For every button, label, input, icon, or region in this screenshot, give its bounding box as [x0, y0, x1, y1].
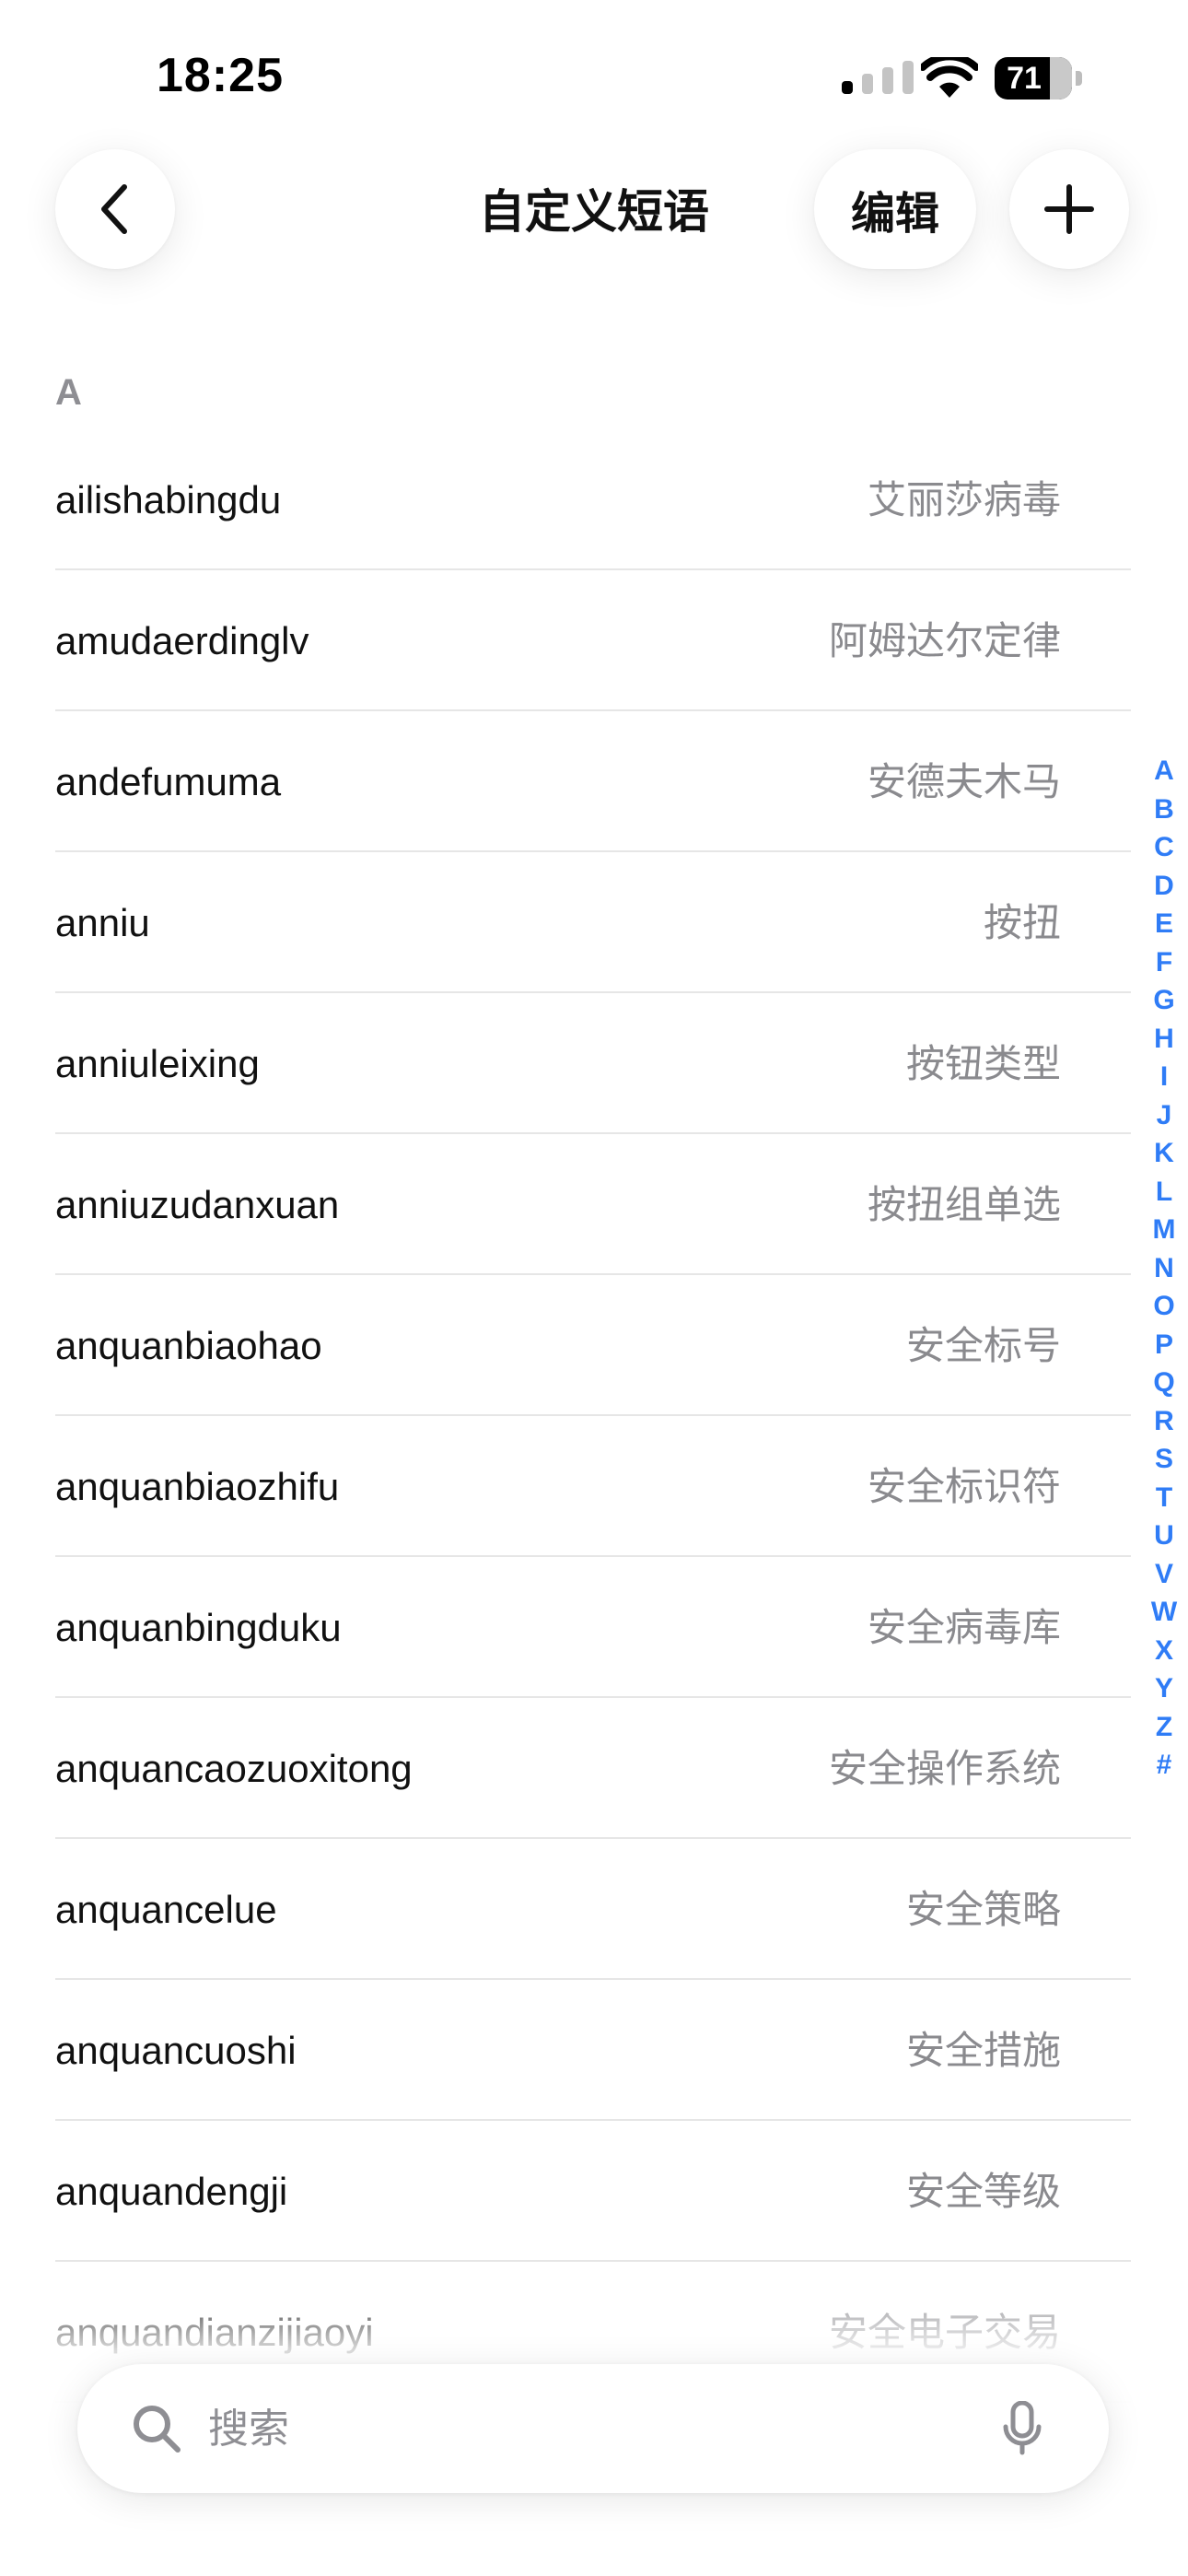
phrase-text: 安全病毒库 [867, 1606, 1061, 1649]
phrase-row[interactable]: anquancelue 安全策略 [55, 1839, 1131, 1980]
index-letter[interactable]: Q [1146, 1364, 1182, 1402]
phrase-row[interactable]: anquanbiaohao 安全标号 [55, 1275, 1131, 1416]
battery-level: 71 [1007, 61, 1042, 96]
index-letter[interactable]: P [1146, 1326, 1182, 1364]
index-letter[interactable]: J [1146, 1096, 1182, 1135]
index-letter[interactable]: Z [1146, 1708, 1182, 1747]
phrase-text: 安全策略 [905, 1888, 1061, 1931]
phrase-code: anquancaozuoxitong [55, 1747, 413, 1790]
phrase-code: anquancuoshi [55, 2029, 297, 2072]
alphabet-index[interactable]: A B C D E F G H I J K L M N O P Q R S T U V W X Y Z # [1146, 752, 1182, 1785]
phrase-text: 艾丽莎病毒 [867, 478, 1061, 521]
add-button[interactable] [1009, 149, 1129, 269]
index-letter[interactable]: H [1146, 1020, 1182, 1059]
index-letter[interactable]: R [1146, 1402, 1182, 1441]
phrase-row[interactable]: anquandengji 安全等级 [55, 2121, 1131, 2262]
chevron-left-icon [101, 184, 127, 234]
phrase-code: andefumuma [55, 760, 282, 803]
index-letter[interactable]: T [1146, 1479, 1182, 1517]
phrase-row[interactable]: andefumuma 安德夫木马 [55, 711, 1131, 852]
phrase-text: 按钮类型 [905, 1042, 1061, 1085]
search-icon [134, 2406, 181, 2453]
index-letter[interactable]: N [1146, 1249, 1182, 1288]
index-letter[interactable]: D [1146, 867, 1182, 906]
microphone-icon[interactable] [1002, 2401, 1042, 2456]
index-letter[interactable]: A [1146, 752, 1182, 790]
index-letter[interactable]: K [1146, 1134, 1182, 1173]
index-letter[interactable]: Y [1146, 1669, 1182, 1708]
index-letter[interactable]: # [1146, 1746, 1182, 1785]
phrase-code: anquanbiaozhifu [55, 1465, 340, 1508]
phrase-text: 安全等级 [905, 2170, 1061, 2213]
index-letter[interactable]: F [1146, 943, 1182, 982]
phrase-code: anniu [55, 901, 150, 944]
index-letter[interactable]: W [1146, 1593, 1182, 1632]
index-letter[interactable]: I [1146, 1058, 1182, 1096]
index-letter[interactable]: M [1146, 1211, 1182, 1249]
search-input[interactable] [206, 2392, 947, 2467]
phrase-code: anquancelue [55, 1888, 277, 1931]
phrase-list: ailishabingdu 艾丽莎病毒 amudaerdinglv 阿姆达尔定律 and… [0, 429, 1188, 2403]
phrase-code: anniuleixing [55, 1042, 260, 1085]
phrase-text: 安德夫木马 [867, 760, 1061, 803]
phrase-code: anniuzudanxuan [55, 1183, 340, 1226]
phrase-row[interactable]: anniuzudanxuan 按扭组单选 [55, 1134, 1131, 1275]
index-letter[interactable]: G [1146, 981, 1182, 1020]
battery-cap [1076, 71, 1082, 86]
phrase-code: anquandengji [55, 2170, 288, 2213]
phrase-text: 安全标号 [905, 1324, 1061, 1367]
phrase-text: 阿姆达尔定律 [828, 619, 1061, 662]
phrase-text: 安全操作系统 [828, 1747, 1061, 1790]
phrase-code: anquanbiaohao [55, 1324, 322, 1367]
phrase-row[interactable]: anquancuoshi 安全措施 [55, 1980, 1131, 2121]
battery-body: 71 [995, 57, 1072, 100]
index-letter[interactable]: O [1146, 1287, 1182, 1326]
index-letter[interactable]: S [1146, 1440, 1182, 1479]
phrase-text: 安全措施 [905, 2029, 1061, 2072]
search-bar[interactable] [77, 2364, 1109, 2493]
phrase-row[interactable]: anquancaozuoxitong 安全操作系统 [55, 1698, 1131, 1839]
wifi-icon [921, 57, 978, 98]
status-bar: 18:25 71 [0, 0, 1188, 138]
index-letter[interactable]: E [1146, 905, 1182, 943]
plus-icon [1044, 184, 1094, 234]
cellular-signal-icon [842, 61, 914, 94]
phrase-row[interactable]: anquanbiaozhifu 安全标识符 [55, 1416, 1131, 1557]
index-letter[interactable]: B [1146, 790, 1182, 829]
phrase-code: amudaerdinglv [55, 619, 309, 662]
phrase-row[interactable]: anquanbingduku 安全病毒库 [55, 1557, 1131, 1698]
status-time: 18:25 [157, 49, 284, 102]
screen: 18:25 71 自定义短语 编辑 A ailishabingdu 艾丽莎病毒 … [0, 0, 1188, 2576]
battery-icon: 71 [995, 57, 1083, 100]
phrase-row[interactable]: ailishabingdu 艾丽莎病毒 [55, 429, 1131, 570]
phrase-code: anquanbingduku [55, 1606, 342, 1649]
phrase-row[interactable]: anniu 按扭 [55, 852, 1131, 993]
index-letter[interactable]: V [1146, 1555, 1182, 1594]
index-letter[interactable]: X [1146, 1632, 1182, 1670]
index-letter[interactable]: U [1146, 1516, 1182, 1555]
phrase-code: ailishabingdu [55, 478, 282, 521]
phrase-row[interactable]: amudaerdinglv 阿姆达尔定律 [55, 570, 1131, 711]
index-letter[interactable]: C [1146, 828, 1182, 867]
phrase-text: 按扭组单选 [867, 1183, 1061, 1226]
phrase-row[interactable]: anniuleixing 按钮类型 [55, 993, 1131, 1134]
page-title: 自定义短语 [479, 186, 709, 238]
phrase-text: 安全标识符 [867, 1465, 1061, 1508]
edit-button[interactable]: 编辑 [814, 149, 976, 269]
back-button[interactable] [55, 149, 175, 269]
index-letter[interactable]: L [1146, 1173, 1182, 1212]
section-header: A [55, 372, 82, 413]
phrase-text: 按扭 [983, 901, 1061, 944]
